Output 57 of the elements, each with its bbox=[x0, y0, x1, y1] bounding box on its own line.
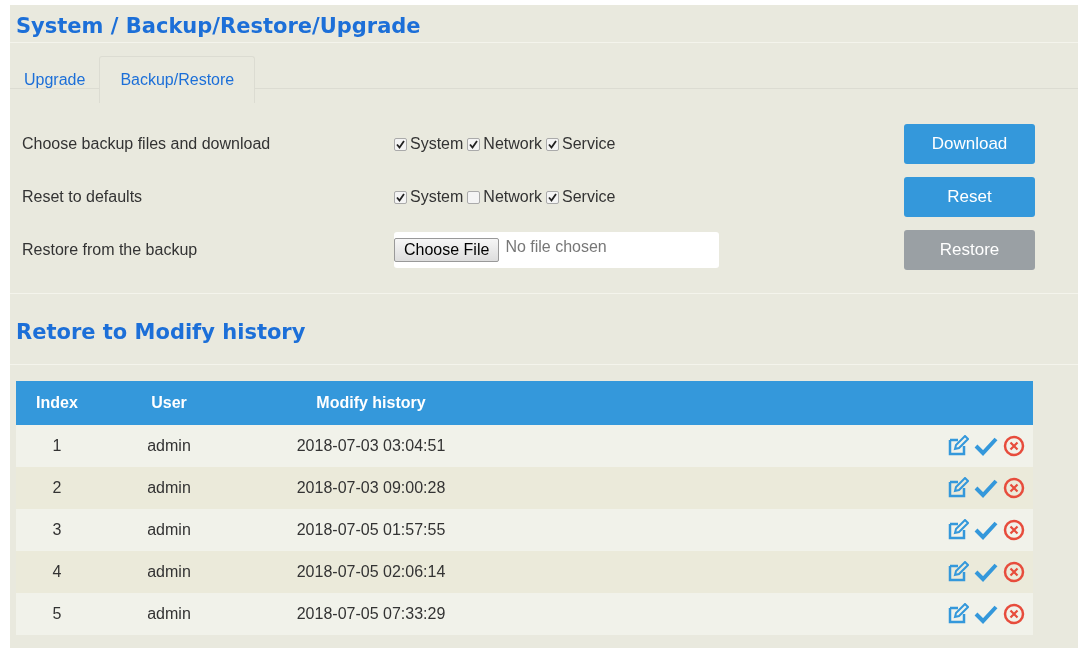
check-icon[interactable] bbox=[974, 520, 998, 540]
file-field[interactable]: Choose File No file chosen bbox=[394, 232, 719, 268]
table-cell: 2018-07-03 03:04:51 bbox=[296, 437, 446, 454]
delete-icon[interactable] bbox=[1003, 561, 1025, 583]
checkbox-label: Network bbox=[483, 188, 543, 206]
table-cell: admin bbox=[147, 521, 191, 538]
checkbox[interactable] bbox=[394, 190, 407, 204]
check-icon[interactable] bbox=[974, 436, 998, 456]
checkbox[interactable] bbox=[467, 137, 481, 151]
table-cell: 2018-07-03 09:00:28 bbox=[296, 479, 446, 496]
checkbox-label: Service bbox=[562, 188, 616, 206]
delete-icon[interactable] bbox=[1003, 603, 1025, 625]
edit-icon[interactable] bbox=[947, 519, 969, 541]
checkbox-label: Service bbox=[562, 135, 616, 153]
row-label: Choose backup files and download bbox=[22, 135, 272, 153]
edit-icon[interactable] bbox=[947, 477, 969, 499]
checkbox-label: System bbox=[410, 135, 464, 153]
checkbox[interactable] bbox=[546, 137, 560, 151]
checkbox-label: Network bbox=[483, 135, 543, 153]
action-button[interactable]: Download bbox=[904, 124, 1035, 164]
checkbox[interactable] bbox=[467, 190, 481, 204]
file-status: No file chosen bbox=[505, 238, 607, 256]
tab[interactable]: Upgrade bbox=[10, 56, 100, 102]
table-cell: 5 bbox=[52, 605, 62, 622]
column-header: Modify history bbox=[240, 381, 502, 425]
row-label: Reset to defaults bbox=[22, 188, 144, 206]
row-label: Restore from the backup bbox=[22, 241, 199, 259]
table-cell: 2 bbox=[52, 479, 62, 496]
page-title: System / Backup/Restore/Upgrade bbox=[15, 13, 422, 40]
table-cell: 2018-07-05 02:06:14 bbox=[296, 563, 446, 580]
checkbox[interactable] bbox=[394, 137, 407, 151]
edit-icon[interactable] bbox=[947, 561, 969, 583]
column-header: User bbox=[98, 381, 240, 425]
edit-icon[interactable] bbox=[947, 603, 969, 625]
choose-file-button[interactable]: Choose File bbox=[394, 238, 500, 262]
table-cell: admin bbox=[147, 563, 191, 580]
table-cell: 2018-07-05 01:57:55 bbox=[296, 521, 446, 538]
delete-icon[interactable] bbox=[1003, 477, 1025, 499]
table-cell: 4 bbox=[52, 563, 62, 580]
edit-icon[interactable] bbox=[947, 435, 969, 457]
table-cell: admin bbox=[147, 605, 191, 622]
table-cell: 3 bbox=[52, 521, 62, 538]
check-icon[interactable] bbox=[974, 478, 998, 498]
table-cell: admin bbox=[147, 437, 191, 454]
delete-icon[interactable] bbox=[1003, 435, 1025, 457]
table-cell: 2018-07-05 07:33:29 bbox=[296, 605, 446, 622]
check-icon[interactable] bbox=[974, 562, 998, 582]
table-cell: admin bbox=[147, 479, 191, 496]
checkbox[interactable] bbox=[546, 190, 560, 204]
table-cell: 1 bbox=[52, 437, 62, 454]
column-header: Index bbox=[16, 381, 98, 425]
check-icon[interactable] bbox=[974, 604, 998, 624]
delete-icon[interactable] bbox=[1003, 519, 1025, 541]
checkbox-label: System bbox=[410, 188, 464, 206]
section-title: Retore to Modify history bbox=[10, 294, 1078, 365]
tab[interactable]: Backup/Restore bbox=[99, 56, 256, 103]
action-button[interactable]: Reset bbox=[904, 177, 1035, 217]
